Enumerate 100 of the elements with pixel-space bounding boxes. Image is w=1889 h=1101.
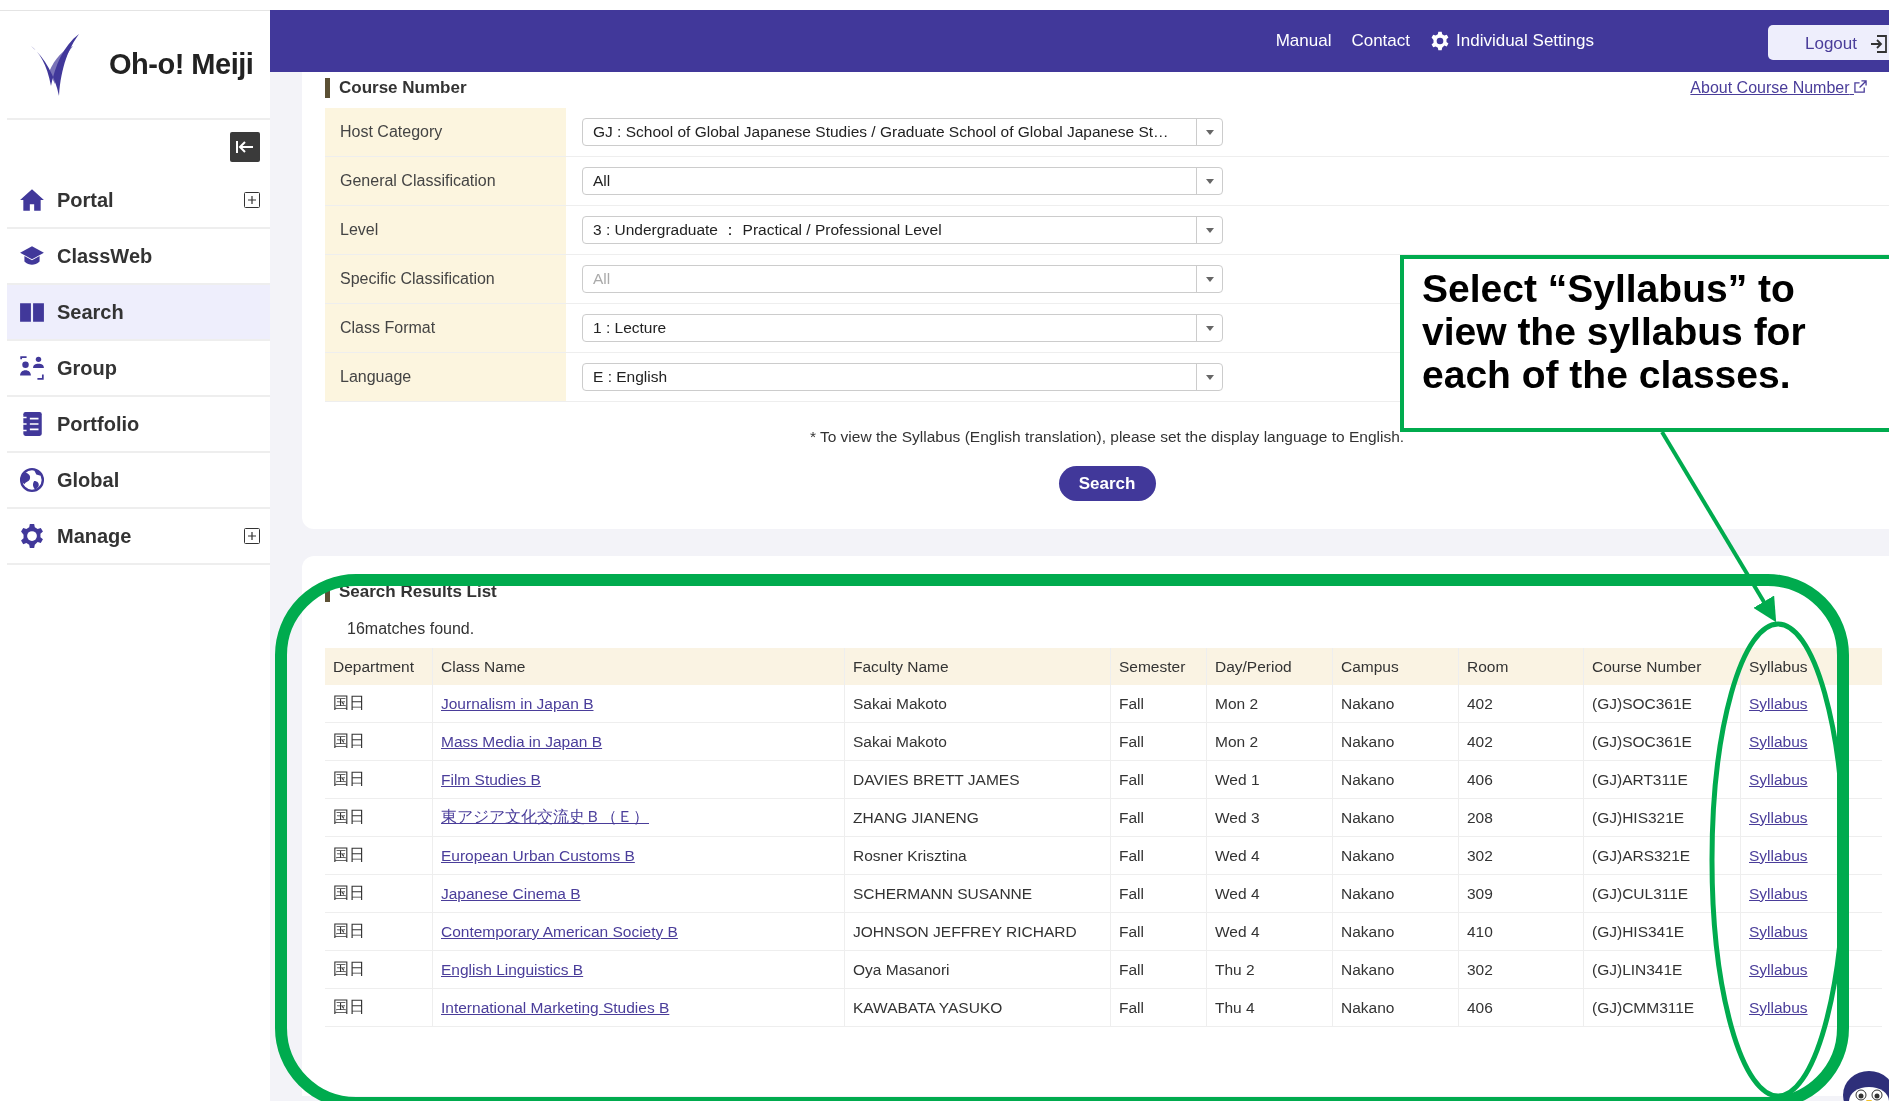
table-cell: 国日 (325, 760, 433, 799)
table-cell: JOHNSON JEFFREY RICHARD (844, 912, 1111, 951)
section-title: Search Results List (325, 582, 1882, 602)
table-cell: Nakano (1332, 836, 1459, 875)
caret-icon (1205, 276, 1214, 282)
syllabus-link[interactable]: Syllabus (1749, 732, 1808, 750)
syllabus-link[interactable]: Syllabus (1749, 922, 1808, 940)
table-cell: Wed 4 (1206, 874, 1333, 913)
search-button[interactable]: Search (1058, 466, 1156, 501)
table-cell: Sakai Makoto (844, 722, 1111, 761)
class-name-link[interactable]: International Marketing Studies B (441, 998, 670, 1016)
table-cell: ZHANG JIANENG (844, 798, 1111, 837)
table-cell: (GJ)LIN341E (1583, 950, 1741, 989)
column-header: Day/Period (1206, 648, 1333, 685)
table-cell: 国日 (325, 685, 433, 723)
table-cell: Wed 4 (1206, 912, 1333, 951)
sidebar-item[interactable]: Manage (7, 509, 270, 565)
table-cell: 国日 (325, 950, 433, 989)
table-cell: Fall (1110, 685, 1207, 723)
table-cell: Wed 3 (1206, 798, 1333, 837)
section-title: Course Number (325, 78, 467, 98)
expand-icon[interactable] (244, 528, 260, 544)
class-name-link[interactable]: Japanese Cinema B (441, 884, 581, 902)
table-cell: 406 (1458, 988, 1584, 1027)
logout-icon (1869, 34, 1889, 54)
table-cell: DAVIES BRETT JAMES (844, 760, 1111, 799)
table-cell: Fall (1110, 950, 1207, 989)
class-name-link[interactable]: Mass Media in Japan B (441, 732, 603, 750)
syllabus-link[interactable]: Syllabus (1749, 846, 1808, 864)
table-cell: 402 (1458, 685, 1584, 723)
column-header: Course Number (1583, 648, 1741, 685)
sidebar-item-label: Search (57, 300, 125, 324)
header-link[interactable]: Manual (1275, 31, 1332, 51)
syllabus-link[interactable]: Syllabus (1749, 808, 1808, 826)
table-cell: Fall (1110, 912, 1207, 951)
logo-text: Oh-o! Meiji (109, 48, 254, 81)
table-cell: Mon 2 (1206, 685, 1333, 723)
settings-link[interactable]: Individual Settings (1430, 31, 1594, 51)
settings-icon (19, 523, 45, 549)
table-cell: Nakano (1332, 685, 1459, 723)
match-count: 16matches found. (347, 620, 476, 638)
table-cell: Wed 1 (1206, 760, 1333, 799)
table-cell: (GJ)HIS341E (1583, 912, 1741, 951)
class-name-link[interactable]: Journalism in Japan B (441, 694, 594, 712)
class-name-link[interactable]: English Linguistics B (441, 960, 584, 978)
caret-icon (1205, 227, 1214, 233)
table-cell: (GJ)SOC361E (1583, 685, 1741, 723)
syllabus-link[interactable]: Syllabus (1749, 694, 1808, 712)
sidebar-item[interactable]: Portal (7, 173, 270, 229)
dropdown[interactable]: E : English (582, 363, 1223, 391)
syllabus-link[interactable]: Syllabus (1749, 770, 1808, 788)
about-course-number-link[interactable]: About Course Number (1690, 79, 1867, 97)
class-name-link[interactable]: European Urban Customs B (441, 846, 635, 864)
class-name-link[interactable]: Film Studies B (441, 770, 541, 788)
field-label: Level (325, 206, 566, 254)
logout-button[interactable]: Logout (1768, 24, 1889, 60)
table-cell: 410 (1458, 912, 1584, 951)
syllabus-link[interactable]: Syllabus (1749, 960, 1808, 978)
sidebar-item-label: Portal (57, 188, 115, 212)
class-name-link[interactable]: Contemporary American Society B (441, 922, 678, 940)
table-cell: Fall (1110, 760, 1207, 799)
table-cell: 406 (1458, 760, 1584, 799)
sidebar-item-label: Manage (57, 524, 133, 548)
table-cell: Fall (1110, 798, 1207, 837)
table-cell: 国日 (325, 836, 433, 875)
table-cell: 302 (1458, 836, 1584, 875)
collapse-sidebar-button[interactable] (230, 131, 260, 162)
table-cell: 402 (1458, 722, 1584, 761)
table-cell: 国日 (325, 988, 433, 1027)
table-cell: Nakano (1332, 912, 1459, 951)
dropdown[interactable]: 3 : Undergraduate ： Practical / Professional Level (582, 216, 1223, 244)
globe-icon (19, 467, 45, 493)
table-cell: Nakano (1332, 760, 1459, 799)
table-cell: Sakai Makoto (844, 685, 1111, 723)
field-label: General Classification (325, 157, 566, 205)
table-cell: (GJ)ARS321E (1583, 836, 1741, 875)
sidebar-item[interactable]: Search (7, 285, 270, 341)
dropdown[interactable]: All (582, 167, 1223, 195)
field-label: Class Format (325, 304, 566, 352)
table-cell: Fall (1110, 874, 1207, 913)
caret-icon (1205, 178, 1214, 184)
table-cell: 国日 (325, 912, 433, 951)
dropdown[interactable]: GJ : School of Global Japanese Studies / Graduate School of Global Japanese St… (582, 118, 1223, 146)
column-header: Faculty Name (844, 648, 1111, 685)
callout-box: Select “Syllabus” to view the syllabus for each of the classes. (1400, 255, 1889, 432)
sidebar-item-label: Global (57, 468, 121, 492)
dropdown: All (582, 265, 1223, 293)
table-cell: Mon 2 (1206, 722, 1333, 761)
syllabus-link[interactable]: Syllabus (1749, 998, 1808, 1016)
table-cell: Rosner Krisztina (844, 836, 1111, 875)
dropdown[interactable]: 1 : Lecture (582, 314, 1223, 342)
column-header: Semester (1110, 648, 1207, 685)
syllabus-link[interactable]: Syllabus (1749, 884, 1808, 902)
expand-icon[interactable] (244, 192, 260, 208)
sidebar-item-label: Group (57, 356, 118, 380)
external-link-icon (1854, 80, 1867, 93)
table-cell: Fall (1110, 836, 1207, 875)
class-name-link[interactable]: 東アジア文化交流史Ｂ（Ｅ） (441, 808, 649, 825)
header-link[interactable]: Contact (1351, 31, 1410, 51)
caret-icon (1205, 129, 1214, 135)
